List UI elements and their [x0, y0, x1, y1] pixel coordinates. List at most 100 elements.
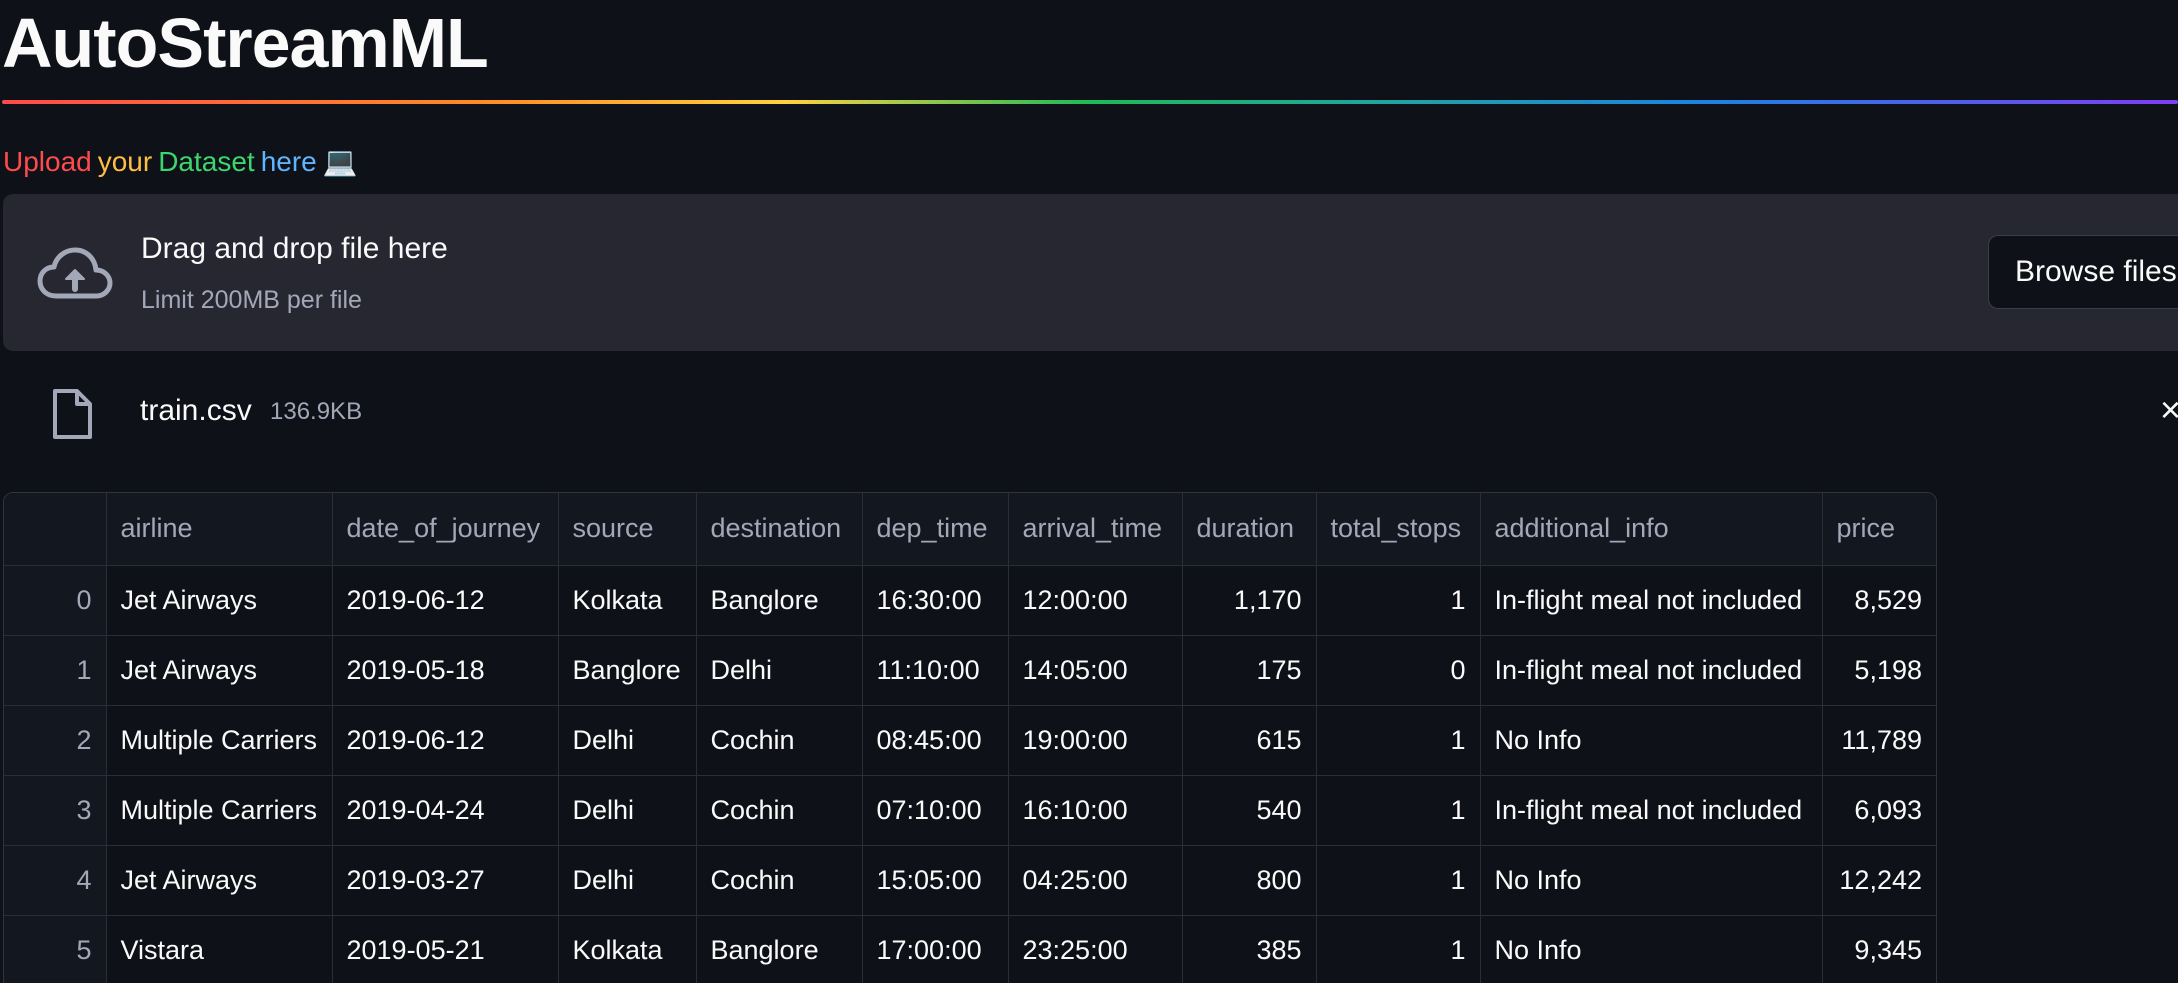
cell-date-of-journey[interactable]: 2019-05-21 [332, 915, 559, 983]
cell-airline[interactable]: Multiple Carriers [106, 705, 333, 776]
cell-additional-info[interactable]: No Info [1480, 915, 1823, 983]
cell-arrival-time[interactable]: 19:00:00 [1008, 705, 1183, 776]
column-header-index[interactable] [4, 493, 107, 566]
cell-dep-time[interactable]: 11:10:00 [862, 635, 1009, 706]
row-index: 2 [4, 705, 107, 776]
file-name: train.csv [140, 394, 252, 427]
cell-total-stops[interactable]: 1 [1316, 565, 1481, 636]
cell-dep-time[interactable]: 17:00:00 [862, 915, 1009, 983]
cell-source[interactable]: Delhi [558, 705, 697, 776]
dropzone-limit: Limit 200MB per file [141, 286, 362, 314]
cell-duration[interactable]: 385 [1182, 915, 1317, 983]
cell-destination[interactable]: Cochin [696, 845, 863, 916]
cell-price[interactable]: 8,529 [1822, 565, 1936, 636]
data-table: airline date_of_journey source destinati… [4, 493, 1936, 983]
column-header-additional-info[interactable]: additional_info [1480, 493, 1823, 566]
table-header-row: airline date_of_journey source destinati… [4, 493, 1936, 566]
cell-arrival-time[interactable]: 16:10:00 [1008, 775, 1183, 846]
cell-total-stops[interactable]: 1 [1316, 845, 1481, 916]
cell-airline[interactable]: Jet Airways [106, 565, 333, 636]
table-row: 4 Jet Airways 2019-03-27 Delhi Cochin 15… [4, 845, 1936, 916]
row-index: 0 [4, 565, 107, 636]
upload-label-word-upload: Upload [3, 146, 92, 177]
cell-destination[interactable]: Banglore [696, 565, 863, 636]
cell-duration[interactable]: 615 [1182, 705, 1317, 776]
cell-additional-info[interactable]: No Info [1480, 705, 1823, 776]
cell-date-of-journey[interactable]: 2019-06-12 [332, 705, 559, 776]
cell-total-stops[interactable]: 1 [1316, 705, 1481, 776]
close-icon[interactable]: × [2160, 390, 2178, 430]
column-header-airline[interactable]: airline [106, 493, 333, 566]
column-header-date-of-journey[interactable]: date_of_journey [332, 493, 559, 566]
cell-price[interactable]: 9,345 [1822, 915, 1936, 983]
cell-airline[interactable]: Jet Airways [106, 635, 333, 706]
cell-date-of-journey[interactable]: 2019-05-18 [332, 635, 559, 706]
cell-date-of-journey[interactable]: 2019-03-27 [332, 845, 559, 916]
file-dropzone[interactable]: Drag and drop file here Limit 200MB per … [3, 194, 2178, 351]
row-index: 4 [4, 845, 107, 916]
cell-price[interactable]: 12,242 [1822, 845, 1936, 916]
cell-source[interactable]: Banglore [558, 635, 697, 706]
dropzone-title: Drag and drop file here [141, 232, 448, 265]
cell-destination[interactable]: Cochin [696, 775, 863, 846]
cell-airline[interactable]: Jet Airways [106, 845, 333, 916]
cell-duration[interactable]: 800 [1182, 845, 1317, 916]
cell-date-of-journey[interactable]: 2019-04-24 [332, 775, 559, 846]
cell-airline[interactable]: Multiple Carriers [106, 775, 333, 846]
cell-source[interactable]: Delhi [558, 775, 697, 846]
cell-dep-time[interactable]: 07:10:00 [862, 775, 1009, 846]
cell-total-stops[interactable]: 0 [1316, 635, 1481, 706]
cell-destination[interactable]: Cochin [696, 705, 863, 776]
uploaded-file-row: train.csv 136.9KB × [0, 380, 2178, 444]
column-header-duration[interactable]: duration [1182, 493, 1317, 566]
cell-duration[interactable]: 540 [1182, 775, 1317, 846]
table-row: 5 Vistara 2019-05-21 Kolkata Banglore 17… [4, 915, 1936, 983]
upload-label-word-dataset: Dataset [158, 146, 255, 177]
cell-dep-time[interactable]: 08:45:00 [862, 705, 1009, 776]
cell-airline[interactable]: Vistara [106, 915, 333, 983]
cell-price[interactable]: 11,789 [1822, 705, 1936, 776]
cell-dep-time[interactable]: 15:05:00 [862, 845, 1009, 916]
cell-price[interactable]: 5,198 [1822, 635, 1936, 706]
cell-additional-info[interactable]: No Info [1480, 845, 1823, 916]
cell-additional-info[interactable]: In-flight meal not included [1480, 775, 1823, 846]
cell-duration[interactable]: 1,170 [1182, 565, 1317, 636]
row-index: 5 [4, 915, 107, 983]
cell-total-stops[interactable]: 1 [1316, 775, 1481, 846]
column-header-total-stops[interactable]: total_stops [1316, 493, 1481, 566]
upload-label-word-here: here [260, 146, 317, 177]
cell-additional-info[interactable]: In-flight meal not included [1480, 565, 1823, 636]
cell-dep-time[interactable]: 16:30:00 [862, 565, 1009, 636]
cell-arrival-time[interactable]: 04:25:00 [1008, 845, 1183, 916]
column-header-destination[interactable]: destination [696, 493, 863, 566]
cell-source[interactable]: Kolkata [558, 915, 697, 983]
table-row: 3 Multiple Carriers 2019-04-24 Delhi Coc… [4, 775, 1936, 846]
cloud-upload-icon [37, 247, 113, 299]
cell-additional-info[interactable]: In-flight meal not included [1480, 635, 1823, 706]
cell-price[interactable]: 6,093 [1822, 775, 1936, 846]
column-header-arrival-time[interactable]: arrival_time [1008, 493, 1183, 566]
cell-arrival-time[interactable]: 23:25:00 [1008, 915, 1183, 983]
cell-source[interactable]: Kolkata [558, 565, 697, 636]
table-row: 1 Jet Airways 2019-05-18 Banglore Delhi … [4, 635, 1936, 706]
table-row: 0 Jet Airways 2019-06-12 Kolkata Banglor… [4, 565, 1936, 636]
cell-total-stops[interactable]: 1 [1316, 915, 1481, 983]
browse-files-button[interactable]: Browse files [1988, 235, 2178, 309]
cell-source[interactable]: Delhi [558, 845, 697, 916]
cell-destination[interactable]: Delhi [696, 635, 863, 706]
file-icon [53, 389, 92, 439]
column-header-source[interactable]: source [558, 493, 697, 566]
column-header-dep-time[interactable]: dep_time [862, 493, 1009, 566]
dataframe[interactable]: airline date_of_journey source destinati… [3, 492, 1937, 983]
upload-label: Upload your Dataset here 💻 [3, 144, 364, 180]
file-size: 136.9KB [270, 398, 363, 425]
row-index: 3 [4, 775, 107, 846]
cell-duration[interactable]: 175 [1182, 635, 1317, 706]
cell-destination[interactable]: Banglore [696, 915, 863, 983]
table-row: 2 Multiple Carriers 2019-06-12 Delhi Coc… [4, 705, 1936, 776]
column-header-price[interactable]: price [1822, 493, 1936, 566]
upload-label-word-your: your [97, 146, 153, 177]
cell-date-of-journey[interactable]: 2019-06-12 [332, 565, 559, 636]
cell-arrival-time[interactable]: 12:00:00 [1008, 565, 1183, 636]
cell-arrival-time[interactable]: 14:05:00 [1008, 635, 1183, 706]
